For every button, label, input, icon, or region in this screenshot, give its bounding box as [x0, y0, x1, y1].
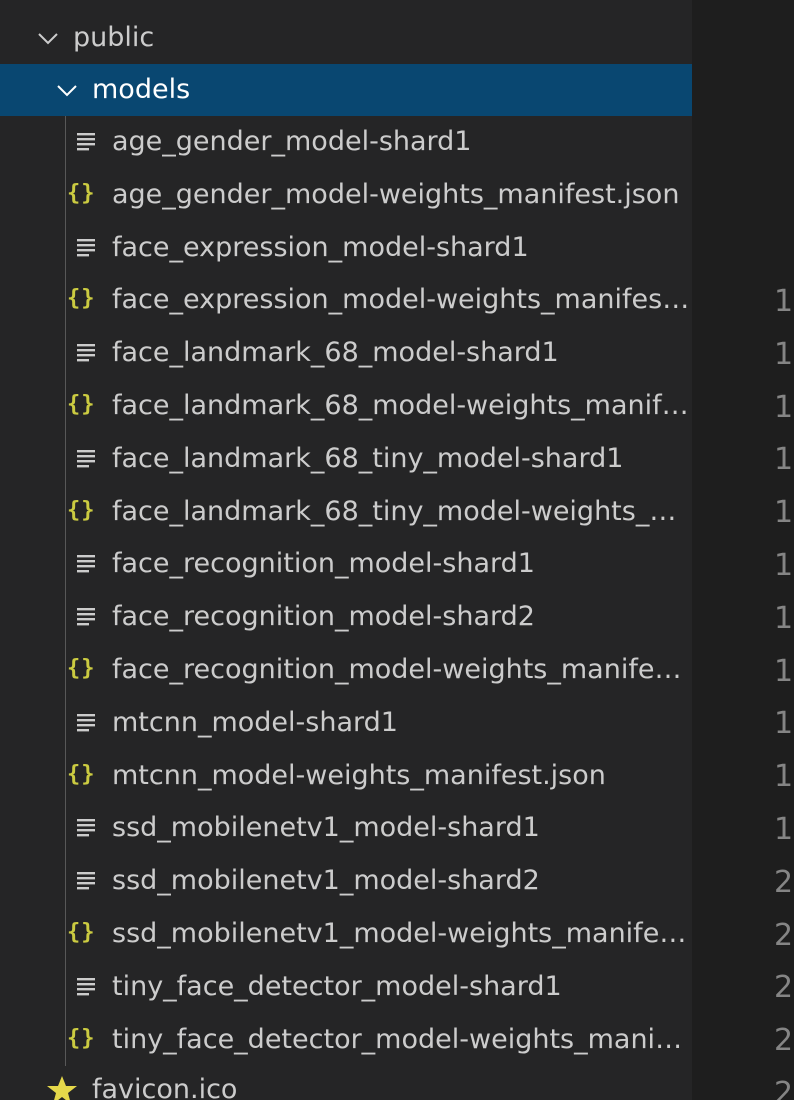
- line-number: 2: [774, 970, 794, 1006]
- json-braces-icon: {}: [67, 656, 96, 681]
- vscode-window: public models age_gender_model-shard1 {} a…: [0, 0, 794, 1100]
- line-number: 2: [774, 1023, 794, 1059]
- tree-file-item[interactable]: face_landmark_68_tiny_model-shard1: [0, 433, 692, 485]
- text-lines-icon: [77, 855, 109, 907]
- explorer-sidebar: public models age_gender_model-shard1 {} a…: [0, 0, 692, 1100]
- json-braces-icon: {}: [67, 392, 96, 417]
- file-label: face_expression_model-weights_manifest.j…: [112, 284, 690, 316]
- star-icon: [46, 1064, 78, 1100]
- file-label: favicon.ico: [92, 1074, 238, 1100]
- text-lines-icon: [77, 433, 109, 485]
- line-number: 1: [774, 548, 794, 583]
- line-number: 1: [774, 653, 794, 689]
- line-number: 1: [774, 759, 794, 795]
- tree-file-item[interactable]: mtcnn_model-shard1: [0, 697, 692, 749]
- json-braces-icon: {}: [67, 761, 96, 787]
- tree-file-item[interactable]: tiny_face_detector_model-shard1: [0, 961, 692, 1013]
- editor-gutter: 1 1 1 1 1 1 1 1 1 1 1 2 2 2 2 2: [692, 0, 794, 1100]
- tree-folder-models[interactable]: models: [0, 64, 692, 116]
- tree-file-item[interactable]: ssd_mobilenetv1_model-shard2: [0, 855, 692, 907]
- text-lines-icon: [77, 697, 109, 749]
- text-lines-icon: [77, 802, 109, 854]
- file-label: mtcnn_model-shard1: [112, 706, 398, 738]
- tree-file-item[interactable]: {} face_landmark_68_tiny_model-weights_ma…: [0, 486, 692, 538]
- line-number: [774, 118, 794, 170]
- tree-file-item[interactable]: {} face_landmark_68_model-weights_manifes…: [0, 380, 692, 432]
- line-number: [774, 65, 794, 117]
- json-braces-icon: {}: [67, 497, 96, 523]
- file-label: face_landmark_68_model-shard1: [112, 337, 559, 369]
- file-label: mtcnn_model-weights_manifest.json: [112, 759, 606, 791]
- json-braces-icon: {}: [67, 920, 96, 945]
- tree-file-item[interactable]: face_landmark_68_model-shard1: [0, 327, 692, 379]
- line-number: 1: [774, 706, 794, 742]
- file-label: face_expression_model-shard1: [112, 231, 529, 263]
- file-label: ssd_mobilenetv1_model-weights_manifest.j…: [112, 918, 690, 949]
- text-lines-icon: [77, 961, 109, 1013]
- file-label: age_gender_model-weights_manifest.json: [112, 178, 680, 210]
- line-number: [774, 12, 794, 64]
- tree-file-item[interactable]: {} face_recognition_model-weights_manifes…: [0, 644, 692, 696]
- tree-file-item[interactable]: face_recognition_model-shard2: [0, 591, 692, 643]
- file-label: face_recognition_model-shard2: [112, 601, 535, 633]
- text-lines-icon: [77, 116, 109, 168]
- chevron-down-icon: [34, 12, 62, 64]
- tree-file-item[interactable]: {} face_expression_model-weights_manifest…: [0, 274, 692, 326]
- file-label: face_landmark_68_tiny_model-weights_mani…: [112, 495, 690, 527]
- json-braces-icon: {}: [67, 1025, 96, 1051]
- folder-label: models: [92, 74, 191, 105]
- tree-file-item[interactable]: {} tiny_face_detector_model-weights_manif…: [0, 1014, 692, 1066]
- line-number: [774, 170, 794, 222]
- line-number: 1: [774, 812, 794, 847]
- tree-file-favicon[interactable]: favicon.ico: [0, 1064, 692, 1100]
- line-number: 2: [774, 864, 794, 900]
- tree-file-item[interactable]: ssd_mobilenetv1_model-shard1: [0, 802, 692, 854]
- tree-file-item[interactable]: {} age_gender_model-weights_manifest.json: [0, 169, 692, 221]
- file-label: face_landmark_68_tiny_model-shard1: [112, 442, 624, 474]
- line-number: 1: [774, 442, 794, 478]
- tree-file-item[interactable]: {} ssd_mobilenetv1_model-weights_manifest…: [0, 908, 692, 960]
- text-lines-icon: [77, 327, 109, 379]
- text-lines-icon: [77, 538, 109, 590]
- line-number: 2: [774, 1076, 794, 1100]
- text-lines-icon: [77, 222, 109, 274]
- tree-file-item[interactable]: face_expression_model-shard1: [0, 222, 692, 274]
- file-label: ssd_mobilenetv1_model-shard2: [112, 865, 540, 897]
- tree-file-item[interactable]: {} mtcnn_model-weights_manifest.json: [0, 750, 692, 802]
- line-number: 1: [774, 495, 794, 531]
- file-label: ssd_mobilenetv1_model-shard1: [112, 812, 540, 844]
- text-lines-icon: [77, 591, 109, 643]
- folder-label: public: [73, 22, 155, 53]
- line-number: 1: [774, 600, 794, 636]
- line-number: [774, 223, 794, 275]
- tree-folder-public[interactable]: public: [0, 12, 692, 64]
- tree-file-item[interactable]: age_gender_model-shard1: [0, 116, 692, 168]
- file-label: tiny_face_detector_model-weights_manifes…: [112, 1023, 690, 1055]
- chevron-down-icon: [53, 64, 81, 116]
- line-number: 1: [774, 389, 794, 425]
- file-label: age_gender_model-shard1: [112, 126, 472, 157]
- tree-file-item[interactable]: face_recognition_model-shard1: [0, 538, 692, 590]
- file-label: tiny_face_detector_model-shard1: [112, 970, 562, 1002]
- line-number: 1: [774, 284, 794, 319]
- json-braces-icon: {}: [67, 180, 96, 206]
- file-label: face_recognition_model-shard1: [112, 548, 535, 580]
- file-label: face_recognition_model-weights_manifest.…: [112, 654, 690, 685]
- line-number: 1: [774, 336, 794, 372]
- line-number: 2: [774, 917, 794, 953]
- json-braces-icon: {}: [67, 286, 96, 312]
- file-label: face_landmark_68_model-weights_manifest.…: [112, 390, 690, 421]
